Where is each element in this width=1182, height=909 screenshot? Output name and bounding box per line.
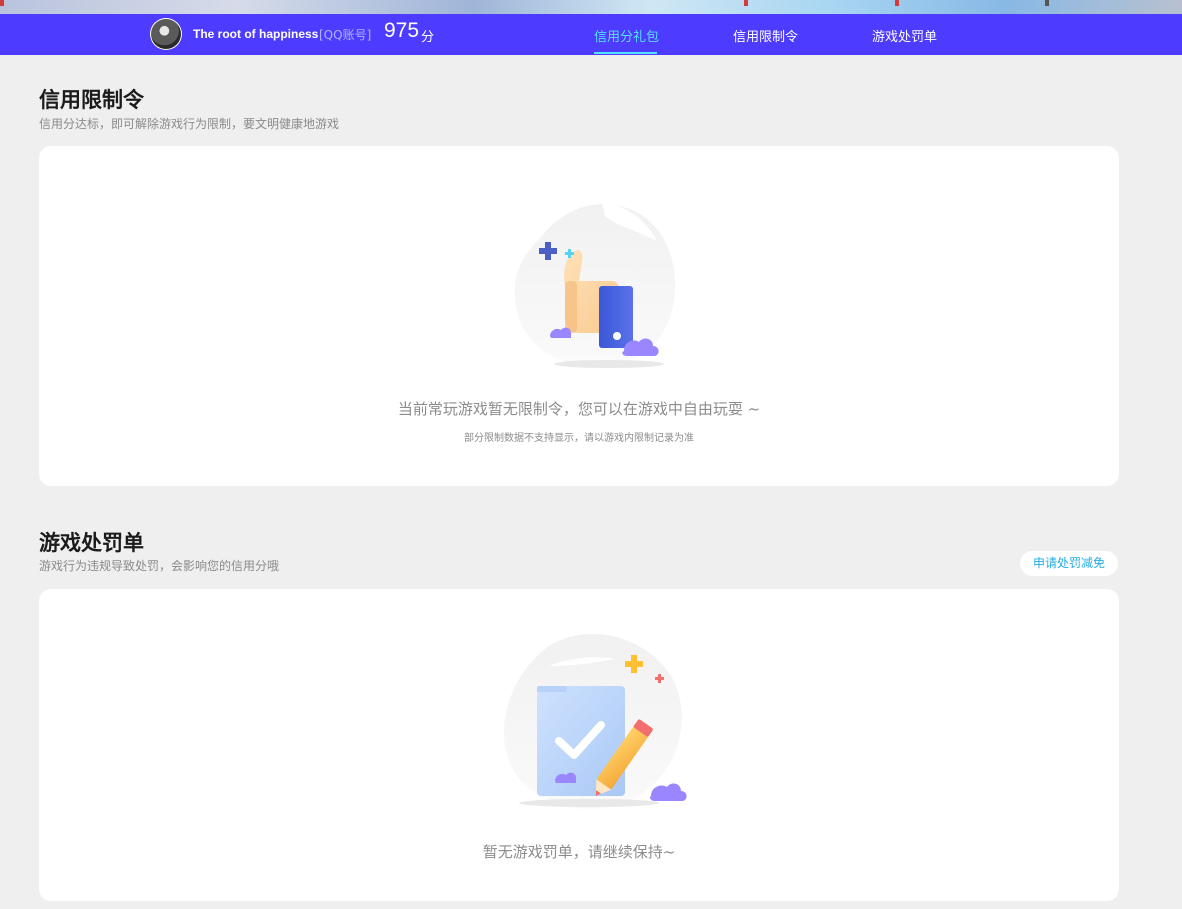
restriction-description: 信用分达标，即可解除游戏行为限制，要文明健康地游戏 (39, 117, 340, 131)
apply-penalty-reduction-button[interactable]: 申请处罚减免 (1020, 551, 1118, 576)
active-tab-indicator (594, 52, 657, 54)
penalty-card: 暂无游戏罚单，请继续保持~ (39, 589, 1119, 901)
tab-credit-restriction[interactable]: 信用限制令 (733, 26, 798, 45)
tab-credit-gift[interactable]: 信用分礼包 (594, 26, 659, 45)
restriction-empty-message: 当前常玩游戏暂无限制令，您可以在游戏中自由玩耍 ~ (397, 400, 761, 418)
strip-mark (1045, 0, 1049, 6)
penalty-description: 游戏行为违规导致处罚，会影响您的信用分哦 (39, 559, 280, 573)
avatar[interactable] (150, 18, 182, 50)
account-type: [QQ账号] (319, 28, 372, 42)
credit-score: 975 (384, 19, 420, 42)
penalty-title: 游戏处罚单 (39, 531, 144, 555)
penalty-empty-message: 暂无游戏罚单，请继续保持~ (482, 843, 676, 861)
strip-mark (0, 0, 4, 6)
restriction-card: 当前常玩游戏暂无限制令，您可以在游戏中自由玩耍 ~ 部分限制数据不支持显示，请以… (39, 146, 1119, 486)
restriction-title: 信用限制令 (39, 88, 144, 112)
top-navbar: The root of happiness [QQ账号] 975 分 信用分礼包… (0, 14, 1182, 55)
username: The root of happiness (193, 27, 319, 41)
strip-mark (744, 0, 748, 6)
clipboard-pencil-illustration (503, 633, 687, 809)
browser-top-strip (0, 0, 1182, 14)
thumbs-up-illustration (514, 201, 676, 368)
score-unit: 分 (421, 30, 435, 45)
strip-mark (895, 0, 899, 6)
restriction-empty-note: 部分限制数据不支持显示，请以游戏内限制记录为准 (464, 433, 694, 444)
tab-game-penalty[interactable]: 游戏处罚单 (872, 26, 937, 45)
